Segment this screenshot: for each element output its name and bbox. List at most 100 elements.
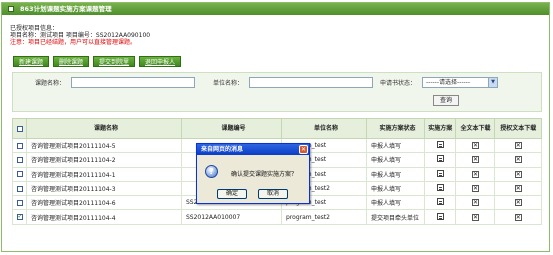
warning-text: 注意：项目已经结题，用户可以直接管理课题。 <box>10 39 137 46</box>
authorized-download-cell: ✕ <box>494 195 542 211</box>
document-edit-icon[interactable] <box>436 198 444 206</box>
row-select-cell <box>12 195 27 211</box>
project-name-code: 项目名称：测试项目 项目编号：SS2012AA090100 <box>10 32 151 39</box>
plan-cell <box>423 137 457 154</box>
download-disabled-icon[interactable]: ✕ <box>514 142 522 150</box>
row-select-cell <box>12 152 27 168</box>
header-topic-name: 课题名称 <box>26 118 182 139</box>
topic-name-cell: 咨询管理测试项目20111104-3 <box>26 180 182 197</box>
question-icon: ? <box>205 165 218 178</box>
status-select[interactable]: ------请选择------ ▼ <box>422 77 498 88</box>
full-download-cell: ✕ <box>455 195 496 211</box>
delete-topic-button[interactable]: 删除课题 <box>53 56 90 67</box>
close-icon[interactable]: ✕ <box>299 145 308 154</box>
document-edit-icon[interactable] <box>436 169 444 177</box>
full-download-cell: ✕ <box>455 180 496 197</box>
full-download-cell: ✕ <box>455 209 496 225</box>
row-select-cell <box>12 180 27 197</box>
ok-button[interactable]: 确定 <box>217 189 247 199</box>
status-cell: 申报人填写 <box>366 180 425 197</box>
row-checkbox[interactable] <box>16 171 23 178</box>
header-plan: 实施方案 <box>423 118 457 139</box>
topic-code-cell: SS2012AA010007 <box>181 209 282 225</box>
header-full-download: 全文本下载 <box>455 118 496 139</box>
plan-cell <box>423 166 457 182</box>
document-edit-icon[interactable] <box>436 141 444 149</box>
plan-cell <box>423 195 457 211</box>
download-disabled-icon[interactable]: ✕ <box>471 170 479 178</box>
document-edit-icon[interactable] <box>436 212 444 220</box>
download-disabled-icon[interactable]: ✕ <box>471 142 479 150</box>
search-panel: 课题名称： 单位名称： 申请书状态： ------请选择------ ▼ 查询 <box>12 72 542 112</box>
table-row[interactable]: ✓ 咨询管理测试项目20111104-4 SS2012AA010007 program… <box>12 209 542 225</box>
row-checkbox[interactable] <box>16 199 23 206</box>
topic-name-input[interactable] <box>71 77 195 88</box>
table-header-row: 课题名称 课题编号 单位名称 实施方案状态 实施方案 全文本下载 授权文本下载 <box>12 118 542 139</box>
dialog-message: 确认提交课题实施方案？ <box>231 171 298 178</box>
authorized-download-cell: ✕ <box>494 152 542 168</box>
status-cell: 申报人填写 <box>366 137 425 154</box>
cancel-button[interactable]: 取消 <box>258 189 288 199</box>
document-edit-icon[interactable] <box>436 184 444 192</box>
unit-name-cell: program_test2 <box>281 209 367 225</box>
new-topic-button[interactable]: 新建课题 <box>13 56 50 67</box>
header-status: 实施方案状态 <box>366 118 425 139</box>
download-disabled-icon[interactable]: ✕ <box>514 156 522 164</box>
download-disabled-icon[interactable]: ✕ <box>471 213 479 221</box>
topic-name-cell: 咨询管理测试项目20111104-5 <box>26 137 182 154</box>
download-disabled-icon[interactable]: ✕ <box>514 170 522 178</box>
download-disabled-icon[interactable]: ✕ <box>471 185 479 193</box>
panel-title-bar: 863计划课题实施方案课题管理 <box>2 3 549 15</box>
project-info: 已授权项目信息： 项目名称：测试项目 项目编号：SS2012AA090100 注… <box>10 25 150 46</box>
full-download-cell: ✕ <box>455 152 496 168</box>
document-edit-icon[interactable] <box>436 155 444 163</box>
unit-name-input[interactable] <box>249 77 373 88</box>
chevron-down-icon[interactable]: ▼ <box>488 78 497 87</box>
topic-name-cell: 咨询管理测试项目20111104-1 <box>26 166 182 182</box>
status-select-value: ------请选择------ <box>426 79 470 86</box>
topic-name-cell: 咨询管理测试项目20111104-6 <box>26 195 182 211</box>
topic-name-cell: 咨询管理测试项目20111104-2 <box>26 152 182 168</box>
info-header: 已授权项目信息： <box>10 25 59 32</box>
dialog-title-bar: 来自网页的消息 ✕ <box>197 144 309 155</box>
select-all-cell <box>12 118 27 139</box>
row-select-cell <box>12 137 27 154</box>
authorized-download-cell: ✕ <box>494 180 542 197</box>
status-cell: 申报人填写 <box>366 152 425 168</box>
row-checkbox[interactable]: ✓ <box>16 214 23 221</box>
status-label: 申请书状态： <box>380 80 417 87</box>
row-checkbox[interactable] <box>16 142 23 149</box>
authorized-download-cell: ✕ <box>494 209 542 225</box>
header-topic-code: 课题编号 <box>181 118 282 139</box>
panel-title: 863计划课题实施方案课题管理 <box>20 5 112 13</box>
status-cell: 申报人填写 <box>366 166 425 182</box>
status-cell: 提交项目牵头单位 <box>366 209 425 225</box>
plan-cell <box>423 152 457 168</box>
query-button[interactable]: 查询 <box>433 95 460 106</box>
unit-name-label: 单位名称： <box>213 80 244 87</box>
plan-cell <box>423 180 457 197</box>
row-checkbox[interactable] <box>16 185 23 192</box>
plan-cell <box>423 209 457 225</box>
download-disabled-icon[interactable]: ✕ <box>514 213 522 221</box>
download-disabled-icon[interactable]: ✕ <box>471 199 479 207</box>
row-select-cell: ✓ <box>12 209 27 225</box>
topic-name-label: 课题名称： <box>35 80 66 87</box>
header-authorized-download: 授权文本下载 <box>494 118 542 139</box>
status-cell: 申报人填写 <box>366 195 425 211</box>
authorized-download-cell: ✕ <box>494 137 542 154</box>
topic-name-cell: 咨询管理测试项目20111104-4 <box>26 209 182 225</box>
dialog-title: 来自网页的消息 <box>201 146 244 153</box>
full-download-cell: ✕ <box>455 166 496 182</box>
row-checkbox[interactable] <box>16 156 23 163</box>
panel-icon <box>8 6 14 12</box>
return-button[interactable]: 退回申报人 <box>139 56 182 67</box>
full-download-cell: ✕ <box>455 137 496 154</box>
download-disabled-icon[interactable]: ✕ <box>514 185 522 193</box>
download-disabled-icon[interactable]: ✕ <box>514 199 522 207</box>
download-disabled-icon[interactable]: ✕ <box>471 156 479 164</box>
select-all-checkbox[interactable] <box>16 125 23 132</box>
authorized-download-cell: ✕ <box>494 166 542 182</box>
action-bar: 新建课题 删除课题 提交到院里 退回申报人 <box>13 56 182 67</box>
submit-button[interactable]: 提交到院里 <box>93 56 136 67</box>
